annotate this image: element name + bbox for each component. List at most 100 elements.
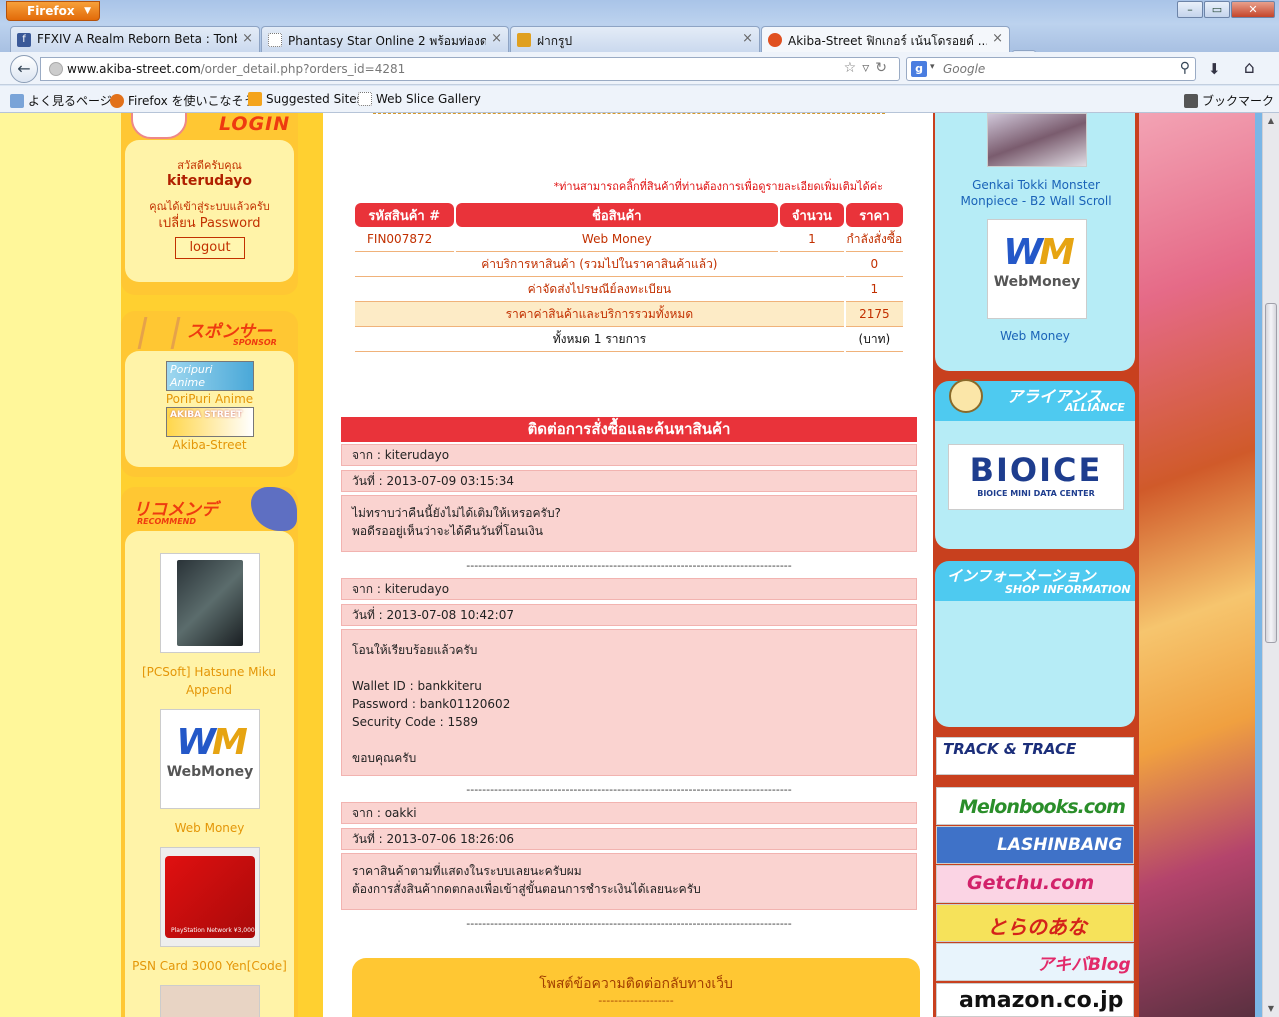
shipping-fee-label: ค่าจัดส่งไปรษณีย์ลงทะเบียน xyxy=(355,277,844,302)
sponsor-subtitle: SPONSOR xyxy=(233,338,277,347)
melonbooks-banner[interactable]: Melonbooks.com xyxy=(936,787,1134,825)
url-bar[interactable]: www.akiba-street.com/order_detail.php?or… xyxy=(40,57,900,81)
item-name[interactable]: Web Money xyxy=(455,227,779,252)
scroll-down-icon[interactable]: ▼ xyxy=(1263,1001,1279,1017)
psn-card-thumbnail[interactable]: PlayStation Network ¥3,000 xyxy=(160,847,260,947)
hatsune-miku-thumbnail[interactable] xyxy=(160,553,260,653)
dropdown-arrow-icon[interactable]: ▿ xyxy=(862,60,875,76)
tab-title: FFXIV A Realm Reborn Beta : Tonberr... xyxy=(37,32,237,46)
window-titlebar: Firefox ▼ – ▭ ✕ xyxy=(0,0,1279,24)
facebook-icon: f xyxy=(17,33,31,47)
bookmark-folder-icon xyxy=(10,94,24,108)
page-left-margin xyxy=(0,113,121,1017)
webmoney-thumbnail[interactable]: WM WebMoney xyxy=(987,219,1087,319)
change-password-link[interactable]: เปลี่ยน Password xyxy=(125,212,294,233)
amazon-banner[interactable]: amazon.co.jp xyxy=(936,983,1134,1017)
message-separator: ----------------------------------------… xyxy=(466,559,792,572)
search-engine-caret-icon[interactable]: ▾ xyxy=(930,62,935,72)
table-row[interactable]: FIN007872 Web Money 1 กำลังสั่งซื้อ xyxy=(355,227,903,252)
webmoney-link[interactable]: Web Money xyxy=(935,329,1135,343)
firefox-menu-button[interactable]: Firefox ▼ xyxy=(6,1,100,21)
bookmark-firefox-tips[interactable]: Firefox を使いこなそう xyxy=(110,92,256,109)
toranoana-banner[interactable]: とらのあな xyxy=(936,904,1134,942)
next-product-thumbnail[interactable] xyxy=(160,985,260,1017)
page-scrollbar[interactable]: ▲ ▼ xyxy=(1262,113,1279,1017)
scrollbar-thumb[interactable] xyxy=(1265,303,1277,643)
search-icon[interactable]: ⚲ xyxy=(1180,60,1190,76)
search-bar[interactable]: g ▾ ⚲ xyxy=(906,57,1196,81)
bookmark-web-slice-gallery[interactable]: Web Slice Gallery xyxy=(358,92,481,106)
scroll-up-icon[interactable]: ▲ xyxy=(1263,113,1279,129)
grand-total-value: 2175 xyxy=(845,302,903,327)
tab-ffxiv[interactable]: f FFXIV A Realm Reborn Beta : Tonberr...… xyxy=(10,26,260,52)
window-controls: – ▭ ✕ xyxy=(1176,1,1275,18)
tab-upload-image[interactable]: ฝากรูป × xyxy=(510,26,760,52)
poripuri-anime-banner[interactable]: Poripuri Anime xyxy=(166,361,254,391)
table-row: ค่าจัดส่งไปรษณีย์ลงทะเบียน 1 xyxy=(355,277,903,302)
blank-page-icon xyxy=(268,33,282,47)
globe-icon xyxy=(49,62,63,76)
bookmark-label: Web Slice Gallery xyxy=(376,92,481,106)
search-input[interactable] xyxy=(943,61,1163,77)
akiba-blog-banner[interactable]: アキバBlog xyxy=(936,943,1134,981)
item-status: กำลังสั่งซื้อ xyxy=(845,227,903,252)
google-icon[interactable]: g xyxy=(911,61,927,77)
close-tab-icon[interactable]: × xyxy=(242,31,253,46)
getchu-banner[interactable]: Getchu.com xyxy=(936,865,1134,903)
item-code[interactable]: FIN007872 xyxy=(355,227,454,252)
item-count-label: ทั้งหมด 1 รายการ xyxy=(355,327,844,352)
order-table: รหัสสินค้า # ชื่อสินค้า จำนวน ราคา FIN00… xyxy=(353,203,905,352)
download-icon[interactable]: ⬇ xyxy=(1208,60,1221,78)
tab-title: Phantasy Star Online 2 พร้อมท่องดว... xyxy=(288,34,486,48)
header-product-code: รหัสสินค้า # xyxy=(355,203,454,227)
star-bookmark-icon[interactable]: ☆ xyxy=(844,60,863,76)
left-sidebar: LOGIN สวัสดีครับคุณ kiterudayo คุณได้เข้… xyxy=(121,113,323,1017)
message-separator: ----------------------------------------… xyxy=(466,917,792,930)
tab-pso2[interactable]: Phantasy Star Online 2 พร้อมท่องดว... × xyxy=(261,26,509,52)
webmoney-link[interactable]: Web Money xyxy=(125,821,294,835)
tab-bar: f FFXIV A Realm Reborn Beta : Tonberr...… xyxy=(0,24,1279,72)
hatsune-miku-link[interactable]: [PCSoft] Hatsune Miku Append xyxy=(139,663,279,699)
bookmark-label: Suggested Sites xyxy=(266,92,363,106)
service-fee-label: ค่าบริการหาสินค้า (รวมไปในราคาสินค้าแล้ว… xyxy=(355,252,844,277)
back-arrow-icon: ← xyxy=(17,59,31,78)
bookmark-most-visited[interactable]: よく見るページ xyxy=(10,92,112,109)
service-fee-value: 0 xyxy=(845,252,903,277)
bookmark-suggested-sites[interactable]: Suggested Sites xyxy=(248,92,363,106)
firefox-icon xyxy=(110,94,124,108)
akiba-street-link[interactable]: Akiba-Street xyxy=(125,438,294,452)
close-tab-icon[interactable]: × xyxy=(742,31,753,46)
lashinbang-banner[interactable]: LASHINBANG xyxy=(936,826,1134,864)
poripuri-anime-link[interactable]: PoriPuri Anime xyxy=(125,392,294,406)
track-trace-banner[interactable]: TRACK & TRACE xyxy=(936,737,1134,775)
bioice-banner[interactable]: BIOICE BIOICE MINI DATA CENTER xyxy=(948,444,1124,510)
home-icon[interactable]: ⌂ xyxy=(1244,58,1255,78)
akiba-street-banner[interactable]: AKIBA STREET xyxy=(166,407,254,437)
close-tab-icon[interactable]: × xyxy=(992,31,1003,46)
monpiece-thumbnail[interactable] xyxy=(987,113,1087,167)
tab-akiba-street[interactable]: Akiba-Street ฟิกเกอร์ เน้นโดรอยด์ ... × xyxy=(761,26,1010,52)
table-row: ราคาค่าสินค้าและบริการรวมทั้งหมด 2175 xyxy=(355,302,903,327)
shipping-fee-value: 1 xyxy=(845,277,903,302)
banner-label: LASHINBANG xyxy=(997,835,1123,855)
recommend-subtitle: RECOMMEND xyxy=(137,517,197,526)
close-tab-icon[interactable]: × xyxy=(491,31,502,46)
bookmarks-menu-button[interactable]: ブックマーク xyxy=(1184,92,1274,109)
back-button[interactable]: ← xyxy=(10,55,38,83)
image-icon xyxy=(517,33,531,47)
maximize-button[interactable]: ▭ xyxy=(1204,1,1230,18)
bioice-logo-text: BIOICE xyxy=(969,451,1103,489)
reload-icon[interactable]: ↻ xyxy=(875,60,893,76)
sponsor-box: スポンサー SPONSOR Poripuri Anime PoriPuri An… xyxy=(121,311,298,477)
webmoney-logo-text: WebMoney xyxy=(993,274,1081,290)
shop-info-heading: インフォーメーション SHOP INFORMATION xyxy=(935,561,1135,601)
mascot-icon xyxy=(949,379,983,413)
webmoney-logo-text: WebMoney xyxy=(166,764,254,780)
psn-card-link[interactable]: PSN Card 3000 Yen[Code] xyxy=(125,959,294,973)
close-window-button[interactable]: ✕ xyxy=(1231,1,1275,18)
monpiece-link[interactable]: Genkai Tokki Monster Monpiece - B2 Wall … xyxy=(943,177,1129,209)
minimize-button[interactable]: – xyxy=(1177,1,1203,18)
logout-button[interactable]: logout xyxy=(175,237,245,259)
webmoney-thumbnail[interactable]: WM WebMoney xyxy=(160,709,260,809)
table-row: ค่าบริการหาสินค้า (รวมไปในราคาสินค้าแล้ว… xyxy=(355,252,903,277)
